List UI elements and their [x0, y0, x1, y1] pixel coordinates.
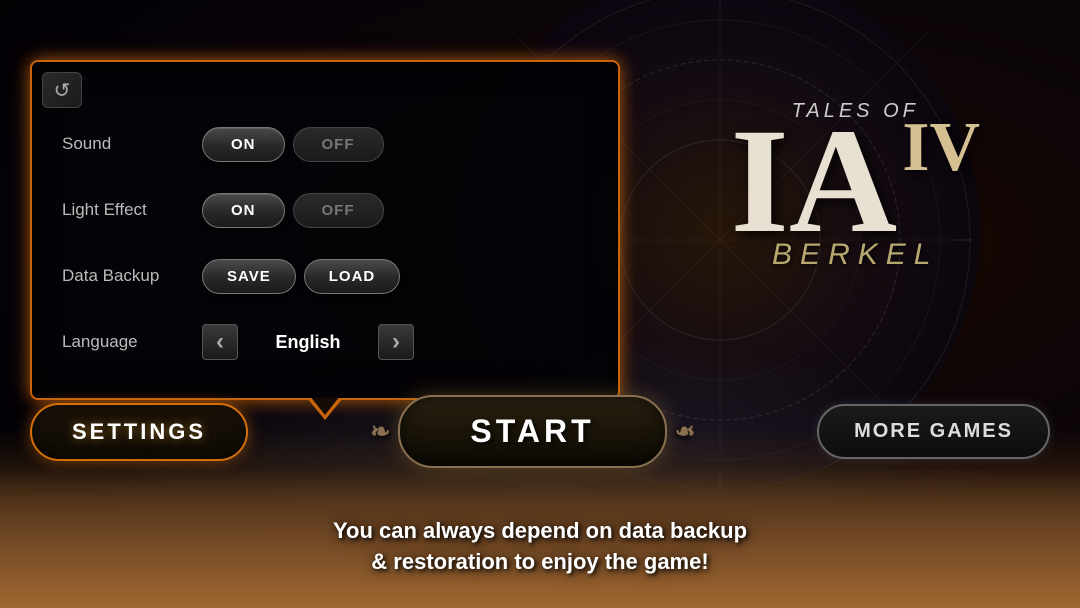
more-games-button[interactable]: MORE GAMES: [817, 404, 1050, 459]
language-control: ‹ English ›: [202, 324, 414, 360]
left-arrow-icon: ‹: [216, 328, 224, 356]
sound-label: Sound: [62, 134, 202, 154]
game-logo: TALES OF IAIV BERKEL: [731, 100, 981, 272]
sound-on-button[interactable]: ON: [202, 127, 285, 162]
load-button[interactable]: LOAD: [304, 259, 401, 294]
logo-roman: IV: [902, 109, 980, 186]
settings-nav-button[interactable]: SETTINGS: [30, 403, 248, 461]
back-button[interactable]: ↺: [42, 72, 82, 108]
bottom-message-line2: & restoration to enjoy the game!: [0, 547, 1080, 578]
sound-row: Sound ON OFF: [62, 122, 588, 166]
language-next-button[interactable]: ›: [378, 324, 414, 360]
language-label: Language: [62, 332, 202, 352]
sound-off-button[interactable]: OFF: [293, 127, 384, 162]
right-arrow-icon: ›: [392, 328, 400, 356]
bottom-message-line1: You can always depend on data backup: [0, 516, 1080, 547]
language-row: Language ‹ English ›: [62, 320, 588, 364]
light-effect-off-button[interactable]: OFF: [293, 193, 384, 228]
settings-panel: ↺ Sound ON OFF Light Effect ON OFF Data …: [30, 60, 620, 400]
start-button[interactable]: START: [398, 395, 666, 468]
nav-buttons-container: SETTINGS START MORE GAMES: [0, 395, 1080, 468]
logo-main-text: IAIV: [731, 118, 981, 246]
light-effect-on-button[interactable]: ON: [202, 193, 285, 228]
light-effect-row: Light Effect ON OFF: [62, 188, 588, 232]
bottom-message: You can always depend on data backup & r…: [0, 516, 1080, 578]
data-backup-actions: SAVE LOAD: [202, 259, 400, 294]
save-button[interactable]: SAVE: [202, 259, 296, 294]
data-backup-row: Data Backup SAVE LOAD: [62, 254, 588, 298]
language-prev-button[interactable]: ‹: [202, 324, 238, 360]
settings-content: Sound ON OFF Light Effect ON OFF Data Ba…: [32, 62, 618, 406]
back-icon: ↺: [54, 78, 71, 103]
light-effect-label: Light Effect: [62, 200, 202, 220]
data-backup-label: Data Backup: [62, 266, 202, 286]
sound-toggle-group: ON OFF: [202, 127, 384, 162]
language-value: English: [258, 332, 358, 353]
light-effect-toggle-group: ON OFF: [202, 193, 384, 228]
